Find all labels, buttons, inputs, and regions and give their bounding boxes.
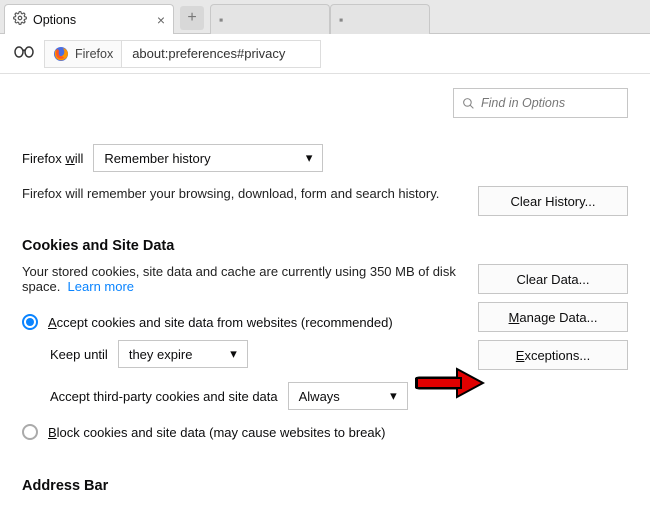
identity-label: Firefox <box>75 47 113 61</box>
select-value: they expire <box>129 347 193 362</box>
site-identity[interactable]: Firefox <box>44 40 121 68</box>
close-icon[interactable]: × <box>157 12 165 28</box>
learn-more-link[interactable]: Learn more <box>68 279 134 294</box>
history-description: Firefox will remember your browsing, dow… <box>22 186 458 201</box>
select-value: Always <box>299 389 340 404</box>
search-placeholder: Find in Options <box>481 96 565 110</box>
history-label: Firefox will <box>22 151 83 166</box>
cookies-heading: Cookies and Site Data <box>22 238 628 254</box>
select-value: Remember history <box>104 151 210 166</box>
exceptions-button[interactable]: Exceptions... <box>478 340 628 370</box>
tab-bar: Options × + ▪ ▪ <box>0 0 650 34</box>
keep-until-label: Keep until <box>50 347 108 362</box>
favicon-icon: ▪ <box>339 13 343 27</box>
tab-inactive-1[interactable]: ▪ <box>210 4 330 34</box>
search-input[interactable]: Find in Options <box>453 88 628 118</box>
chevron-down-icon: ▾ <box>306 150 313 166</box>
tab-label: Options <box>33 13 76 27</box>
gear-icon <box>13 11 27 28</box>
third-party-select[interactable]: Always ▾ <box>288 382 408 410</box>
keep-until-select[interactable]: they expire ▾ <box>118 340 248 368</box>
tracking-protection-icon[interactable] <box>14 45 34 63</box>
manage-data-button[interactable]: Manage Data... <box>478 302 628 332</box>
url-bar[interactable]: about:preferences#privacy <box>121 40 321 68</box>
block-cookies-radio[interactable] <box>22 424 38 440</box>
chevron-down-icon: ▾ <box>390 388 397 404</box>
block-cookies-label: Block cookies and site data (may cause w… <box>48 425 385 440</box>
chevron-down-icon: ▾ <box>230 346 237 362</box>
url-text: about:preferences#privacy <box>132 46 285 61</box>
accept-cookies-label: Accept cookies and site data from websit… <box>48 315 393 330</box>
favicon-icon: ▪ <box>219 13 223 27</box>
firefox-icon <box>53 46 69 62</box>
clear-data-button[interactable]: Clear Data... <box>478 264 628 294</box>
new-tab-button[interactable]: + <box>180 6 204 30</box>
history-mode-select[interactable]: Remember history ▾ <box>93 144 323 172</box>
third-party-label: Accept third-party cookies and site data <box>50 389 278 404</box>
clear-history-button[interactable]: Clear History... <box>478 186 628 216</box>
accept-cookies-radio[interactable] <box>22 314 38 330</box>
cookies-storage-info: Your stored cookies, site data and cache… <box>22 264 458 294</box>
toolbar: Firefox about:preferences#privacy <box>0 34 650 74</box>
tab-inactive-2[interactable]: ▪ <box>330 4 430 34</box>
address-bar-heading: Address Bar <box>22 478 628 494</box>
tab-options[interactable]: Options × <box>4 4 174 34</box>
preferences-content: Find in Options Firefox will Remember hi… <box>0 74 650 516</box>
search-icon <box>462 97 475 110</box>
